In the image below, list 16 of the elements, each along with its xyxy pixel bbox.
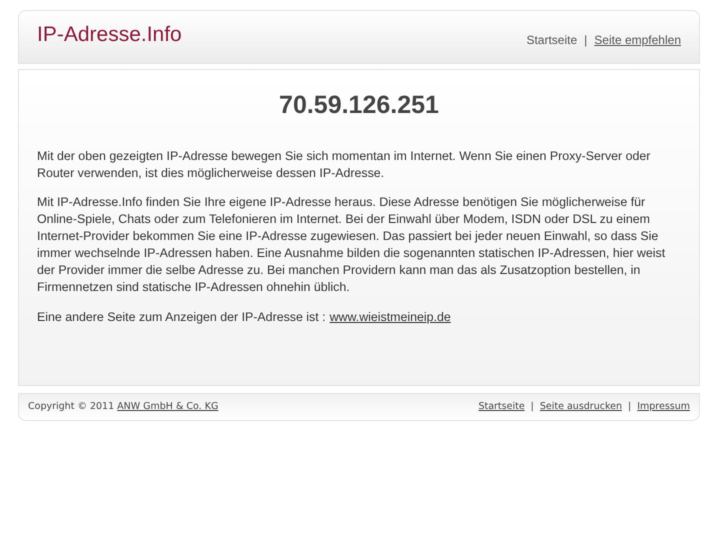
paragraph: Mit der oben gezeigten IP-Adresse bewegen Sie sich momentan im Internet. Wenn Sie einen Proxy-Server oder Router verwenden, ist dies möglicherweise dessen IP-Adresse.: [37, 148, 652, 182]
info-text: Eine andere Seite zum Anzeigen der IP-Adresse ist :: [37, 308, 326, 326]
ip-address: 70.59.126.251: [278, 90, 440, 121]
nav-link[interactable]: Startseite: [478, 400, 525, 414]
company-link[interactable]: ANW GmbH & Co. KG: [117, 400, 218, 414]
nav-link[interactable]: Seite empfehlen: [594, 31, 681, 49]
copyright-text: Copyright © 2011: [28, 400, 114, 414]
nav-link[interactable]: Startseite: [526, 31, 578, 49]
separator: |: [628, 400, 632, 414]
site-logo[interactable]: IP-Adresse.Info: [37, 19, 182, 51]
paragraph: Mit IP-Adresse.Info finden Sie Ihre eigene IP-Adresse heraus. Diese Adresse benötigen Sie möglicherweise für Online-Spiele, Chats oder zum Telefonieren im Internet. Bei der Einwahl über Modem, ISDN oder DSL zu einem Internet-Provider bekommen Sie eine IP-Adresse zugewiesen. Das passiert bei jeder neuen Einwahl, so dass Sie immer wechselnde IP-Adressen haben. Eine Ausnahme bilden die sogenannten statischen IP-Adressen, hier weist der Provider immer die selbe Adresse zu. Bei manchen Providern kann man das als Zusatzoption bestellen, in Firmennetzen sind statische IP-Adressen ohnehin üblich.: [37, 194, 666, 296]
nav-link[interactable]: Impressum: [637, 400, 690, 414]
separator: |: [584, 32, 588, 49]
nav-link[interactable]: Seite ausdrucken: [540, 400, 622, 414]
separator: |: [530, 400, 534, 414]
site-link[interactable]: www.wieistmeineip.de: [330, 308, 451, 326]
